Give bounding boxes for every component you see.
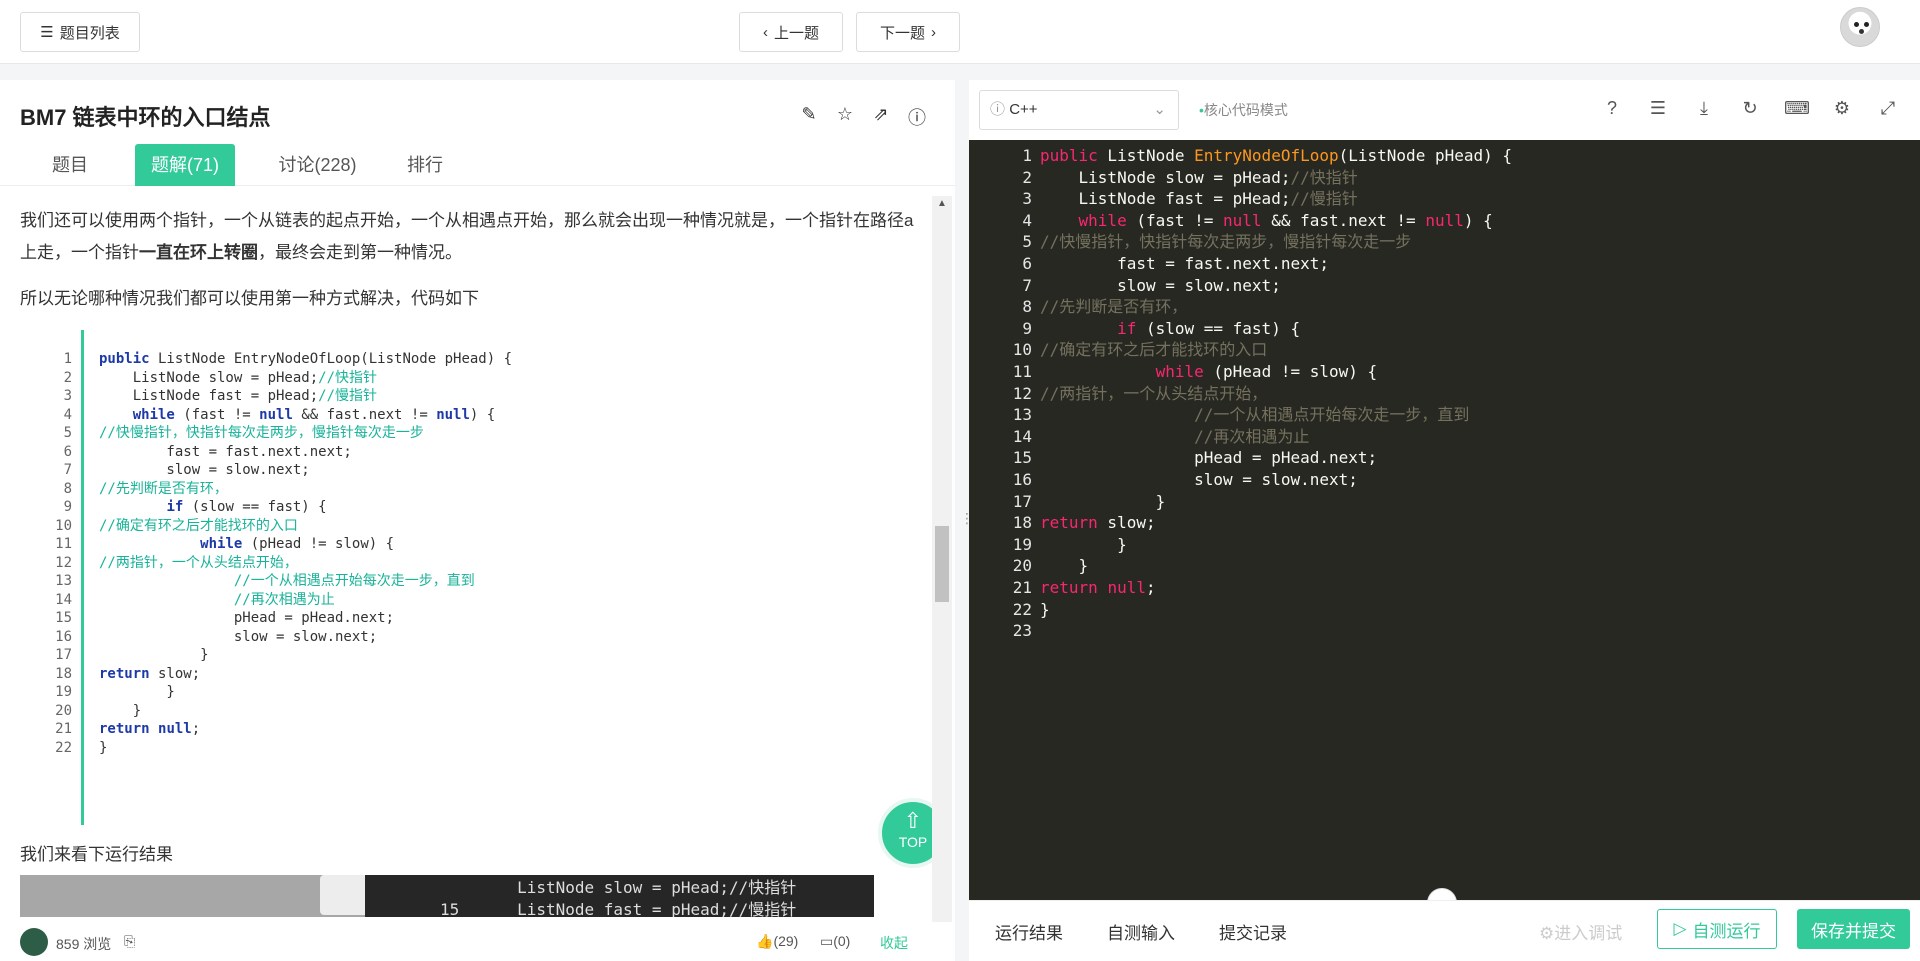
tab-submissions[interactable]: 提交记录	[1219, 919, 1287, 944]
snippet-line: 22}	[20, 737, 107, 759]
chevron-right-icon: ›	[931, 23, 936, 41]
problem-tabs: 题目 题解(71) 讨论(228) 排行	[0, 142, 955, 186]
editor-toolbar: ? ☰ ⤓ ↻ ⌨ ⚙ ⤢	[1600, 98, 1900, 119]
tab-solutions[interactable]: 题解(71)	[135, 144, 235, 186]
comment-button[interactable]: ▭(0)	[820, 933, 850, 950]
info-icon: ⓘ	[990, 101, 1006, 118]
like-button[interactable]: 👍(29)	[756, 933, 798, 950]
line-code: return null;	[1040, 578, 1156, 597]
panel-splitter[interactable]: ⋮	[955, 80, 974, 961]
prev-problem-button[interactable]: ‹ 上一题	[739, 12, 843, 52]
problem-list-label: 题目列表	[59, 24, 120, 42]
line-number: 23	[1012, 621, 1032, 641]
like-count: (29)	[773, 933, 799, 949]
debug-button[interactable]: ⚙进入调试	[1539, 919, 1622, 944]
share-icon[interactable]: ⇗	[871, 104, 891, 130]
para1-bold: 一直在环上转圈	[139, 243, 258, 262]
debug-label: 进入调试	[1554, 924, 1623, 943]
help-icon[interactable]: ?	[1600, 98, 1624, 119]
download-icon[interactable]: ⤓	[1692, 98, 1716, 119]
view-count: 859 浏览	[56, 936, 112, 952]
keyboard-icon[interactable]: ⌨	[1784, 98, 1810, 119]
solution-code-block: 1 public ListNode EntryNodeOfLoop(ListNod…	[20, 330, 920, 830]
play-icon: ▷	[1673, 919, 1687, 938]
line-code: }	[99, 739, 108, 756]
para1-tail: ，最终会走到第一种情况。	[258, 243, 462, 262]
chevron-down-icon: ⌄	[1153, 101, 1166, 118]
collapse-link[interactable]: 收起	[880, 933, 908, 953]
next-problem-button[interactable]: 下一题 ›	[856, 12, 960, 52]
scroll-thumb[interactable]	[935, 526, 949, 602]
code-editor[interactable]: 1 public ListNode EntryNodeOfLoop(ListNod…	[969, 140, 1920, 900]
code-mode: •核心代码模式	[1199, 100, 1288, 120]
gear-icon[interactable]: ⚙	[1830, 98, 1854, 119]
editor-line: 23	[969, 618, 1032, 644]
author-avatar[interactable]	[20, 928, 48, 956]
run-result-image: ListNode slow = pHead;//快指针 15 ListNode …	[20, 875, 874, 917]
problem-list-button[interactable]: ☰ 题目列表	[20, 12, 140, 52]
bug-icon: ⚙	[1539, 924, 1555, 943]
next-label: 下一题	[879, 24, 925, 42]
info-icon[interactable]: ⓘ	[907, 104, 927, 130]
article-scrollbar[interactable]: ▲ ▼	[932, 196, 952, 961]
edit-icon[interactable]: ✎	[799, 104, 819, 130]
fullscreen-icon[interactable]: ⤢	[1876, 98, 1900, 119]
article-paragraph-3: 我们来看下运行结果	[20, 845, 173, 864]
language-select[interactable]: ⓘ C++ ⌄	[979, 90, 1179, 130]
scroll-up-arrow[interactable]: ▲	[937, 198, 947, 209]
language-value: C++	[1009, 101, 1038, 118]
problem-title: BM7 链表中环的入口结点	[20, 105, 271, 130]
top-bar: ☰ 题目列表 ‹ 上一题 下一题 ›	[0, 0, 1920, 64]
list-icon[interactable]: ☰	[1646, 98, 1670, 119]
comment-icon: ▭	[820, 933, 834, 949]
chevron-left-icon: ‹	[762, 23, 768, 41]
article-paragraph: 我们还可以使用两个指针，一个从链表的起点开始，一个从相遇点开始，那么就会出现一种…	[20, 205, 920, 269]
avatar[interactable]	[1840, 7, 1880, 47]
result-line-2: 15 ListNode fast = pHead;//慢指针	[440, 900, 797, 917]
result-image-code: ListNode slow = pHead;//快指针 15 ListNode …	[440, 877, 796, 917]
tab-description[interactable]: 题目	[30, 144, 110, 186]
code-accent-bar	[81, 330, 84, 825]
line-code: return null;	[99, 721, 201, 737]
solution-article: 我们还可以使用两个指针，一个从链表的起点开始，一个从相遇点开始，那么就会出现一种…	[20, 205, 920, 329]
star-icon[interactable]: ☆	[835, 104, 855, 130]
tab-ranking[interactable]: 排行	[385, 144, 465, 186]
run-label: 自测运行	[1692, 921, 1761, 941]
problem-panel: BM7 链表中环的入口结点 ✎ ☆ ⇗ ⓘ 题目 题解(71) 讨论(228) …	[0, 80, 955, 961]
editor-panel: ⓘ C++ ⌄ •核心代码模式 ? ☰ ⤓ ↻ ⌨ ⚙ ⤢ 1 public Li…	[969, 80, 1920, 961]
code-mode-label: 核心代码模式	[1203, 102, 1288, 118]
bookmark-icon[interactable]: ⎘	[124, 933, 135, 950]
tab-custom-input[interactable]: 自测输入	[1107, 919, 1175, 944]
tab-run-result[interactable]: 运行结果	[995, 919, 1063, 944]
article-footer: 859 浏览 ⎘ 👍(29) ▭(0) 收起	[0, 922, 955, 961]
result-line-1: ListNode slow = pHead;//快指针	[440, 878, 797, 897]
thumb-up-icon: 👍	[756, 933, 774, 949]
comment-count: (0)	[833, 933, 851, 949]
editor-bottom-bar: 运行结果 自测输入 提交记录 ⚙进入调试 ▷ 自测运行 保存并提交	[969, 900, 1920, 961]
run-button[interactable]: ▷ 自测运行	[1657, 909, 1777, 949]
prev-label: 上一题	[773, 24, 819, 42]
title-actions: ✎ ☆ ⇗ ⓘ	[799, 104, 927, 130]
line-code: }	[1040, 599, 1050, 619]
article-paragraph-2: 所以无论哪种情况我们都可以使用第一种方式解决，代码如下	[20, 289, 479, 308]
result-image-left	[20, 875, 365, 917]
line-number: 22	[55, 739, 72, 756]
list-icon: ☰	[40, 24, 54, 41]
tab-discussion[interactable]: 讨论(228)	[255, 144, 380, 186]
submit-button[interactable]: 保存并提交	[1797, 909, 1910, 949]
reset-icon[interactable]: ↻	[1738, 98, 1762, 119]
